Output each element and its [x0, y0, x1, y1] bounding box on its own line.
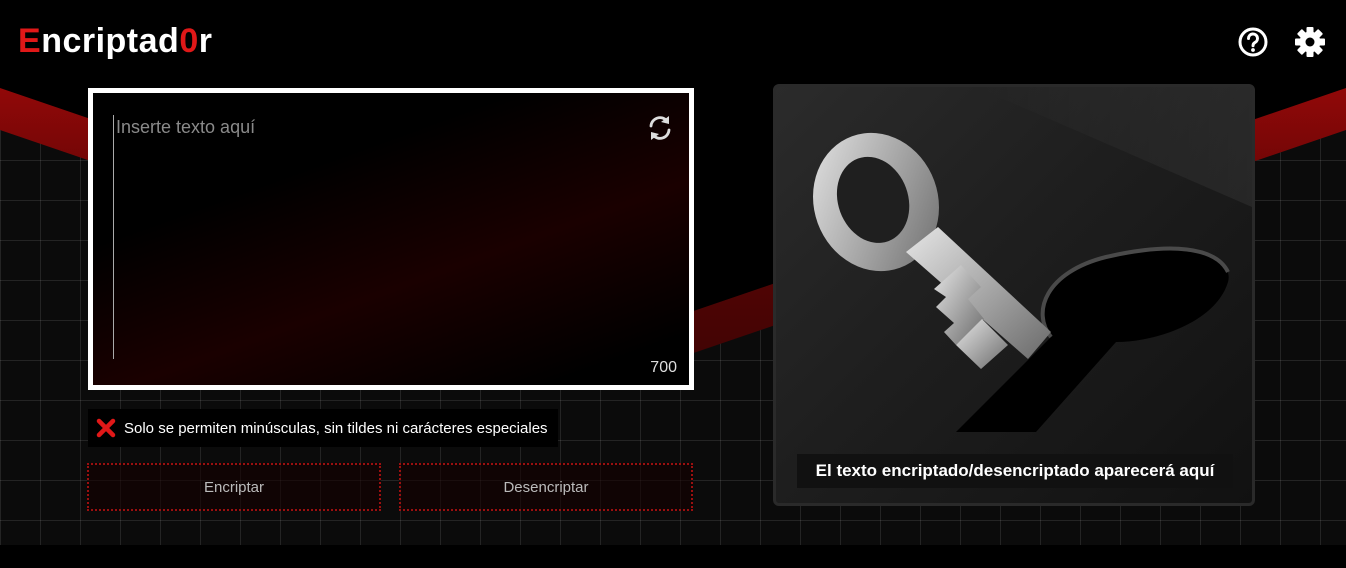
logo-letter-e: E [18, 22, 42, 60]
x-icon [96, 418, 116, 438]
key-keyhole-icon [813, 87, 1252, 432]
help-icon[interactable] [1237, 26, 1269, 58]
warning-text: Solo se permiten minúsculas, sin tildes … [124, 419, 548, 437]
refresh-icon[interactable] [645, 113, 675, 143]
validation-warning: Solo se permiten minúsculas, sin tildes … [88, 409, 558, 447]
logo-text-end: r [198, 22, 213, 60]
text-input[interactable] [113, 115, 638, 359]
logo-text: ncriptad [41, 22, 180, 60]
gear-icon[interactable] [1294, 26, 1326, 58]
decrypt-button[interactable]: Desencriptar [399, 463, 693, 511]
char-counter: 700 [650, 359, 677, 376]
text-input-panel: 700 [88, 88, 694, 390]
output-panel: El texto encriptado/desencriptado aparec… [773, 84, 1255, 506]
logo-accent-zero: 0 [179, 22, 199, 60]
bottom-bar [0, 545, 1346, 568]
app-logo: Encriptad0r [18, 22, 212, 61]
output-message: El texto encriptado/desencriptado aparec… [797, 454, 1233, 488]
encrypt-button[interactable]: Encriptar [87, 463, 381, 511]
